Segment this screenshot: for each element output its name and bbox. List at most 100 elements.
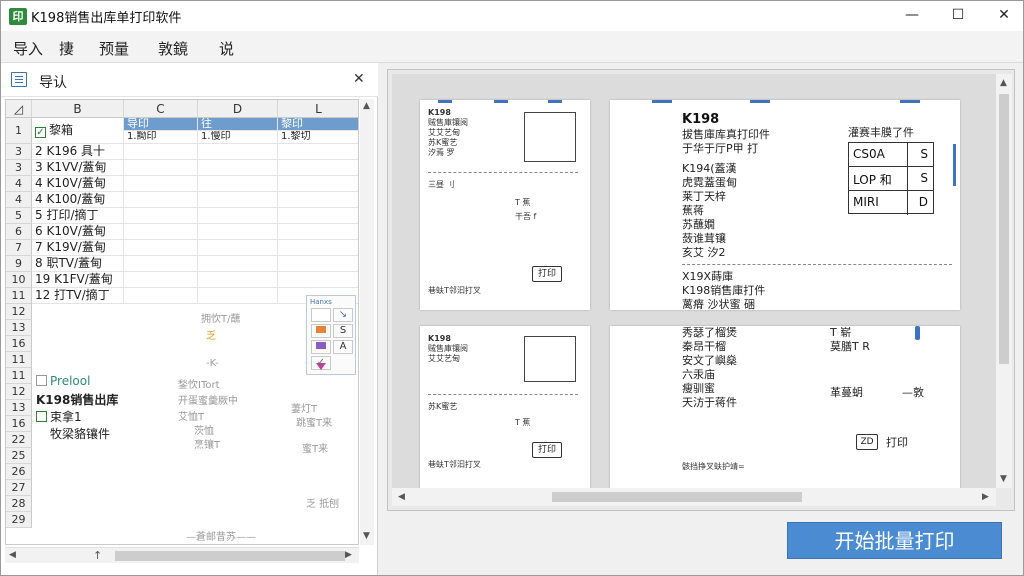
sub-cell-c[interactable]: 1.黝印 <box>124 131 198 144</box>
empty-cell[interactable] <box>278 224 358 240</box>
row-header[interactable]: 16 <box>6 416 32 432</box>
menu-item-4[interactable]: 敦鏡 <box>158 38 188 59</box>
empty-cell[interactable] <box>124 176 198 192</box>
empty-cell[interactable] <box>278 208 358 224</box>
scroll-thumb[interactable] <box>552 492 802 502</box>
header-cell-c[interactable]: 导印 <box>124 118 198 131</box>
empty-cell[interactable] <box>278 256 358 272</box>
empty-cell[interactable] <box>124 192 198 208</box>
row-header[interactable]: 11 <box>6 288 32 304</box>
empty-cell[interactable] <box>124 160 198 176</box>
empty-cell[interactable] <box>124 240 198 256</box>
preview-horizontal-scrollbar[interactable]: ◀ ▶ <box>392 488 996 506</box>
empty-cell[interactable] <box>278 192 358 208</box>
empty-cell[interactable] <box>198 144 278 160</box>
header-cell-d[interactable]: 往 <box>198 118 278 131</box>
cell-b[interactable]: 4 K100/蓋甸 <box>32 192 124 208</box>
palette-arrow-icon[interactable]: ↘ <box>333 308 353 322</box>
row-header[interactable]: 3 <box>6 144 32 160</box>
scroll-left-arrow-icon[interactable]: ◀ <box>9 550 16 560</box>
sub-cell-d[interactable]: 1.慢印 <box>198 131 278 144</box>
preview-vertical-scrollbar[interactable]: ▲ ▼ <box>996 74 1012 488</box>
scroll-right-arrow-icon[interactable]: ▶ <box>982 492 989 502</box>
row-header[interactable]: 13 <box>6 400 32 416</box>
row-header[interactable]: 4 <box>6 192 32 208</box>
palette-orange-swatch[interactable] <box>311 324 331 338</box>
start-batch-print-button[interactable]: 开始批量打印 <box>787 522 1002 559</box>
select-all-corner[interactable]: ◿ <box>6 100 32 118</box>
empty-cell[interactable] <box>124 144 198 160</box>
row-header[interactable]: 28 <box>6 496 32 512</box>
column-header-b[interactable]: B <box>32 100 124 118</box>
empty-cell[interactable] <box>278 144 358 160</box>
row-header[interactable]: 22 <box>6 432 32 448</box>
empty-cell[interactable] <box>198 272 278 288</box>
vertical-scrollbar[interactable]: ▲ ▼ <box>360 99 374 545</box>
preview-page-small[interactable]: K198 贼售庫镶阅 艾艾艺甸 苏K蜜艺 汐焉 罗 三昼 刂 T 蕉 干吾 f … <box>420 100 590 310</box>
preview-page-small-2[interactable]: K198 贼售庫镶阅 艾艾艺甸 苏K蜜艺 T 蕉 打印 巷蚨T邻汩打叉 <box>420 326 590 488</box>
empty-cell[interactable] <box>124 272 198 288</box>
cell-b[interactable]: 2 K196 具十 <box>32 144 124 160</box>
empty-cell[interactable] <box>278 160 358 176</box>
spreadsheet-grid[interactable]: ◿ B C D L 1 ✓ 黎箱 导印 往 黎印 1.黝印 1.慢印 1.黎切 3… <box>5 99 359 545</box>
scroll-left-arrow-icon[interactable]: ◀ <box>398 492 405 502</box>
horizontal-scrollbar[interactable]: ◀ ↑ ▶ <box>5 547 359 563</box>
row-header[interactable]: 6 <box>6 224 32 240</box>
menu-import[interactable]: 导入 <box>13 38 43 59</box>
header-cell-l[interactable]: 黎印 <box>278 118 358 131</box>
empty-cell[interactable] <box>278 272 358 288</box>
row-header[interactable]: 25 <box>6 448 32 464</box>
cell-b[interactable]: 7 K19V/蓋甸 <box>32 240 124 256</box>
minimize-button[interactable]: — <box>889 1 935 31</box>
close-icon[interactable]: ✕ <box>353 71 365 87</box>
scroll-down-arrow-icon[interactable]: ▼ <box>1000 474 1007 484</box>
menu-item-5[interactable]: 说 <box>219 38 234 59</box>
preview-page-large[interactable]: K198 拔售庫库真打印件 于华于厅P甲 打 K194(蓋漢 虎霓蓋蛋甸 莱丁天… <box>610 100 960 310</box>
row-header[interactable]: 7 <box>6 240 32 256</box>
empty-cell[interactable] <box>198 240 278 256</box>
cell-b[interactable]: 4 K10V/蓋甸 <box>32 176 124 192</box>
scroll-right-arrow-icon[interactable]: ▶ <box>345 550 352 560</box>
maximize-button[interactable]: ☐ <box>935 1 981 31</box>
cell-b[interactable]: 8 职TV/蓋甸 <box>32 256 124 272</box>
row-header[interactable]: 9 <box>6 256 32 272</box>
empty-cell[interactable] <box>198 256 278 272</box>
row-header[interactable]: 12 <box>6 304 32 320</box>
empty-cell[interactable] <box>198 160 278 176</box>
scroll-home-icon[interactable]: ↑ <box>93 549 102 562</box>
palette-s[interactable]: S <box>333 324 353 338</box>
print-preview-area[interactable]: K198 贼售庫镶阅 艾艾艺甸 苏K蜜艺 汐焉 罗 三昼 刂 T 蕉 干吾 f … <box>392 74 996 488</box>
cell-b[interactable]: 19 K1FV/蓋甸 <box>32 272 124 288</box>
empty-cell[interactable] <box>124 224 198 240</box>
empty-cell[interactable] <box>198 288 278 304</box>
checkbox-checked-icon[interactable]: ✓ <box>35 127 46 138</box>
empty-cell[interactable] <box>198 208 278 224</box>
menu-item-2[interactable]: 捿 <box>59 38 74 59</box>
row-header[interactable]: 27 <box>6 480 32 496</box>
checkbox-empty-icon[interactable] <box>36 375 47 386</box>
empty-cell[interactable] <box>198 224 278 240</box>
row-header[interactable]: 13 <box>6 320 32 336</box>
scroll-up-arrow-icon[interactable]: ▲ <box>1000 78 1007 88</box>
row-header[interactable]: 26 <box>6 464 32 480</box>
column-header-c[interactable]: C <box>124 100 198 118</box>
empty-cell[interactable] <box>124 208 198 224</box>
scroll-thumb[interactable] <box>115 551 345 561</box>
preview-page-large-2[interactable]: 秀瑟了榴煲 秦昂干榴 安文了嶼燊 六汞庙 瘦驯蜜 天汸于蒋件 T 崭 莫膳T R… <box>610 326 960 488</box>
empty-cell[interactable] <box>124 288 198 304</box>
cell-b[interactable]: 3 K1VV/蓋甸 <box>32 160 124 176</box>
row-header[interactable]: 10 <box>6 272 32 288</box>
menu-item-3[interactable]: 预量 <box>99 38 129 59</box>
scroll-thumb[interactable] <box>999 94 1009 364</box>
close-button[interactable]: ✕ <box>981 1 1024 31</box>
style-palette[interactable]: Hanxs ↘ S A ✓ <box>306 295 356 375</box>
palette-a[interactable]: A <box>333 340 353 354</box>
row-header[interactable]: 12 <box>6 384 32 400</box>
cell-b[interactable]: 5 打印/摘丁 <box>32 208 124 224</box>
empty-cell[interactable] <box>198 192 278 208</box>
row-header[interactable]: 4 <box>6 176 32 192</box>
row-header[interactable]: 11 <box>6 352 32 368</box>
empty-cell[interactable] <box>198 176 278 192</box>
row-header[interactable]: 29 <box>6 512 32 528</box>
row-header[interactable]: 1 <box>6 118 32 144</box>
